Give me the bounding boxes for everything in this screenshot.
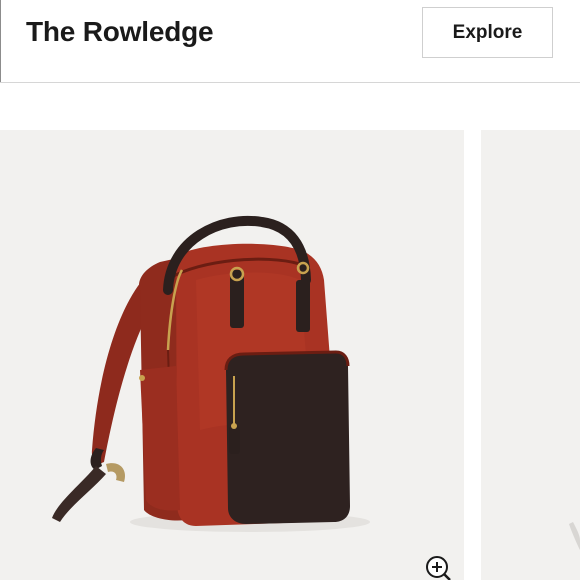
side-pocket [140, 366, 180, 511]
gallery-slide-main[interactable] [0, 130, 464, 580]
handle-strap-right [296, 280, 310, 332]
side-pocket-rivet [139, 375, 145, 381]
product-image-backpack [52, 215, 370, 532]
gallery-slide-next[interactable] [481, 130, 580, 580]
explore-button[interactable]: Explore [422, 7, 553, 58]
strap-clip [106, 463, 126, 482]
zipper-pull-ring [231, 423, 237, 429]
left-border [0, 0, 1, 82]
product-title: The Rowledge [26, 16, 214, 47]
front-pocket [226, 352, 350, 524]
zoom-in-icon[interactable] [425, 555, 451, 580]
product-image-gallery [0, 83, 580, 580]
top-header: The Rowledge Explore [0, 0, 580, 83]
next-image-preview [569, 522, 580, 550]
strap-webbing [52, 466, 106, 522]
product-page: The Rowledge Explore [0, 0, 580, 580]
next-image-hint [569, 522, 580, 550]
pocket-zipper-pull [229, 426, 240, 454]
